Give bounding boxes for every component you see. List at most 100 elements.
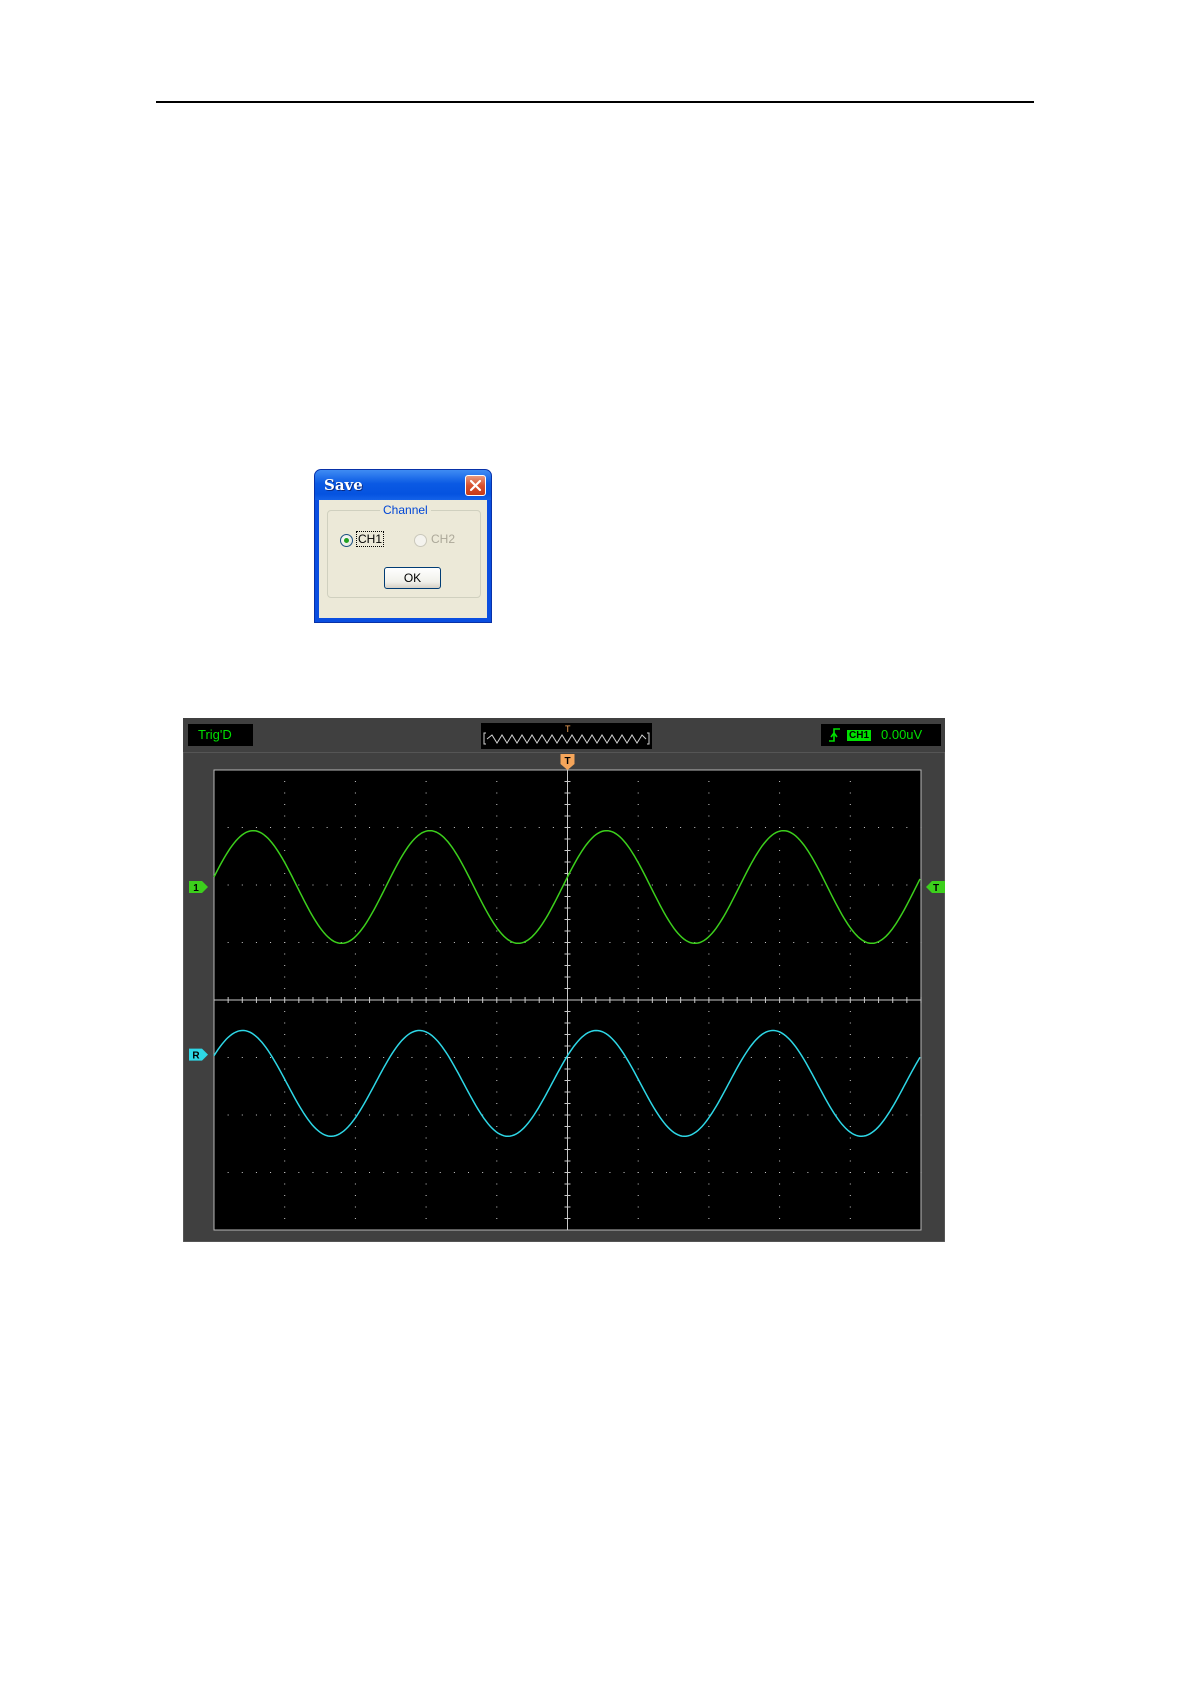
grid-dot bbox=[779, 1160, 781, 1162]
grid-dot bbox=[793, 1172, 795, 1173]
waveform-screen[interactable]: T 1 T R bbox=[183, 752, 945, 1242]
grid-dot bbox=[849, 1068, 851, 1070]
grid-dot bbox=[284, 827, 286, 828]
ok-button[interactable]: OK bbox=[384, 567, 441, 589]
grid-dot bbox=[708, 1011, 710, 1012]
grid-dot bbox=[482, 1057, 484, 1058]
grid-dot bbox=[651, 827, 653, 828]
grid-dot bbox=[298, 827, 300, 828]
grid-dot bbox=[496, 1045, 498, 1047]
grid-dot bbox=[284, 838, 286, 840]
grid-dot bbox=[779, 850, 781, 851]
grid-dot bbox=[255, 1172, 257, 1173]
grid-dot bbox=[227, 884, 229, 886]
grid-dot bbox=[708, 1160, 710, 1162]
grid-dot bbox=[284, 1034, 286, 1035]
grid-dot bbox=[383, 827, 385, 828]
grid-dot bbox=[637, 792, 639, 794]
dialog-title-bar[interactable]: Save bbox=[315, 470, 491, 500]
grid-dot bbox=[821, 1172, 823, 1173]
grid-dot bbox=[354, 850, 356, 851]
grid-dot bbox=[623, 884, 625, 886]
grid-dot bbox=[383, 884, 385, 886]
grid-dot bbox=[270, 884, 272, 886]
ch1-radio-label[interactable]: CH1 bbox=[355, 531, 385, 547]
grid-dot bbox=[552, 884, 554, 886]
grid-dot bbox=[397, 827, 399, 828]
grid-dot bbox=[680, 827, 682, 828]
grid-dot bbox=[708, 1103, 710, 1104]
trigger-level-marker[interactable]: T bbox=[926, 881, 945, 894]
grid-dot bbox=[708, 873, 710, 874]
ch1-offset-marker[interactable]: 1 bbox=[189, 881, 208, 894]
grid-dot bbox=[637, 1022, 639, 1024]
grid-dot bbox=[354, 1183, 356, 1185]
grid-dot bbox=[637, 1126, 639, 1127]
grid-dot bbox=[680, 884, 682, 886]
grid-dot bbox=[637, 1068, 639, 1070]
grid-dot bbox=[425, 1080, 427, 1081]
grid-dot bbox=[411, 942, 413, 943]
grid-dot bbox=[807, 827, 809, 828]
grid-dot bbox=[651, 1172, 653, 1173]
grid-dot bbox=[354, 919, 356, 920]
grid-dot bbox=[425, 1011, 427, 1012]
grid-dot bbox=[694, 884, 696, 886]
grid-dot bbox=[750, 1172, 752, 1173]
grid-dot bbox=[354, 1103, 356, 1104]
grid-dot bbox=[849, 792, 851, 794]
grid-dot bbox=[708, 1068, 710, 1070]
grid-dot bbox=[354, 884, 356, 886]
ch1-radio[interactable] bbox=[340, 534, 353, 547]
grid-dot bbox=[496, 907, 498, 909]
grid-dot bbox=[270, 827, 272, 828]
grid-dot bbox=[425, 1160, 427, 1162]
grid-dot bbox=[425, 919, 427, 920]
grid-dot bbox=[793, 942, 795, 943]
grid-dot bbox=[849, 838, 851, 840]
memory-overview[interactable]: T bbox=[481, 723, 652, 749]
save-dialog: Save Channel CH1 CH2 OK bbox=[314, 469, 492, 623]
ref-offset-marker[interactable]: R bbox=[189, 1048, 208, 1062]
grid-dot bbox=[892, 942, 894, 943]
grid-dot bbox=[708, 884, 710, 886]
grid-dot bbox=[708, 1091, 710, 1093]
ch1-offset-marker-label: 1 bbox=[193, 883, 199, 894]
grid-dot bbox=[637, 930, 639, 932]
grid-dot bbox=[750, 942, 752, 943]
grid-dot bbox=[284, 1195, 286, 1196]
grid-dot bbox=[496, 1022, 498, 1024]
trigger-position-marker[interactable]: T bbox=[560, 754, 575, 770]
grid-dot bbox=[340, 1057, 342, 1058]
grid-dot bbox=[425, 827, 427, 828]
grid-dot bbox=[609, 1172, 611, 1173]
grid-dot bbox=[849, 1103, 851, 1104]
grid-dot bbox=[425, 850, 427, 851]
grid-dot bbox=[284, 1183, 286, 1185]
grid-dot bbox=[397, 1057, 399, 1058]
grid-dot bbox=[552, 942, 554, 943]
grid-dot bbox=[496, 976, 498, 978]
grid-dot bbox=[637, 1011, 639, 1012]
grid-dot bbox=[708, 861, 710, 863]
grid-dot bbox=[764, 827, 766, 828]
grid-dot bbox=[453, 884, 455, 886]
grid-dot bbox=[708, 1057, 710, 1058]
grid-dot bbox=[354, 873, 356, 874]
grid-dot bbox=[807, 942, 809, 943]
grid-dot bbox=[425, 1034, 427, 1035]
grid-dot bbox=[849, 919, 851, 920]
grid-dot bbox=[326, 1114, 328, 1116]
grid-dot bbox=[255, 827, 257, 828]
grid-dot bbox=[609, 1114, 611, 1116]
grid-dot bbox=[468, 827, 470, 828]
close-button[interactable] bbox=[465, 475, 486, 496]
grid-dot bbox=[609, 942, 611, 943]
grid-dot bbox=[284, 1126, 286, 1127]
grid-dot bbox=[326, 884, 328, 886]
grid-dot bbox=[524, 1057, 526, 1058]
grid-dot bbox=[284, 1103, 286, 1104]
grid-dot bbox=[255, 1114, 257, 1116]
grid-dot bbox=[354, 792, 356, 794]
grid-dot bbox=[892, 1172, 894, 1173]
